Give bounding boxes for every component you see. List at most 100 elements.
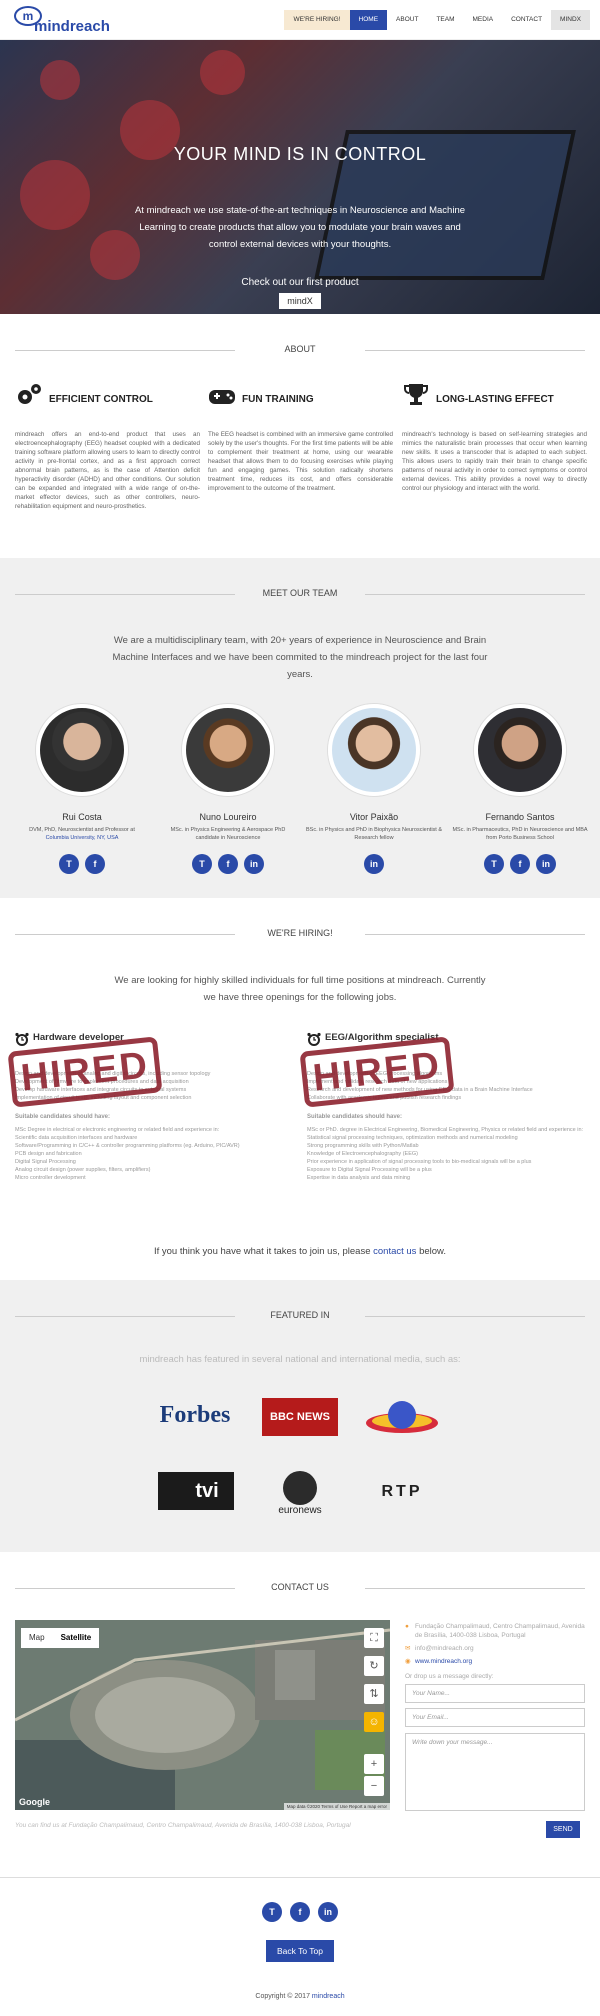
twitter-icon[interactable]: T: [484, 854, 504, 874]
tvi-logo[interactable]: tvi: [158, 1472, 234, 1510]
member-description: DVM, PhD, Neuroscientist and Professor a…: [29, 827, 135, 841]
job-requirement: Prior experience in application of signa…: [307, 1159, 532, 1165]
trophy-icon: [404, 384, 428, 405]
message-textarea[interactable]: Write down your message...: [405, 1733, 585, 1811]
email-input[interactable]: Your Email...: [405, 1708, 585, 1727]
map-pin-icon: ●: [405, 1623, 409, 1630]
member-name: Fernando Santos: [485, 812, 555, 822]
feature-title: EFFICIENT CONTROL: [49, 394, 153, 405]
job-requirement: Scientific data acquisition interfaces a…: [15, 1135, 138, 1141]
hero-title: YOUR MIND IS IN CONTROL: [173, 144, 427, 164]
contact-title: CONTACT US: [0, 1582, 600, 1592]
nav-item-contact[interactable]: CONTACT: [502, 10, 551, 30]
hero-cta-text: Check out our first product: [241, 277, 359, 288]
tilt-icon[interactable]: ⇅: [364, 1684, 384, 1704]
job-requirement: Digital Signal Processing: [15, 1159, 76, 1165]
twitter-icon[interactable]: T: [262, 1902, 282, 1922]
facebook-icon[interactable]: f: [290, 1902, 310, 1922]
fullscreen-icon[interactable]: ⛶: [364, 1628, 384, 1648]
map-satellite-image: [15, 1620, 390, 1810]
euronews-logo[interactable]: euronews: [268, 1465, 332, 1521]
street-view-pegman-icon[interactable]: ☺: [364, 1712, 384, 1732]
member-link[interactable]: Columbia University, NY, USA: [46, 835, 119, 841]
avatar: [36, 704, 128, 796]
job-requirement: Software/Programming in C/C++ & controll…: [15, 1143, 240, 1149]
rtp-logo[interactable]: RTP: [362, 1472, 442, 1512]
facebook-icon[interactable]: f: [218, 854, 238, 874]
map-tab-satellite[interactable]: Satellite: [53, 1628, 100, 1648]
rtp-globe-logo[interactable]: [362, 1395, 442, 1435]
job-requirements-title: Suitable candidates should have:: [307, 1114, 403, 1120]
hero-banner: YOUR MIND IS IN CONTROL At mindreach we …: [0, 40, 600, 314]
featured-title: FEATURED IN: [0, 1310, 600, 1320]
avatar: [328, 704, 420, 796]
bbc-news-logo[interactable]: BBC NEWS: [262, 1398, 338, 1436]
hero-text: At mindreach we use state-of-the-art tec…: [134, 205, 466, 250]
gears-icon: [18, 384, 41, 404]
linkedin-icon[interactable]: in: [318, 1902, 338, 1922]
globe-icon: ◉: [405, 1658, 411, 1665]
nav-item-hiring[interactable]: WE'RE HIRING!: [284, 10, 350, 30]
job-requirement: Strong programming skills with Python/Ma…: [307, 1143, 419, 1149]
contact-website[interactable]: ◉ www.mindreach.org: [405, 1657, 585, 1666]
team-intro: We are a multidisciplinary team, with 20…: [112, 635, 488, 680]
member-name: Rui Costa: [62, 812, 102, 822]
hiring-title: WE'RE HIRING!: [0, 928, 600, 938]
name-input[interactable]: Your Name...: [405, 1684, 585, 1703]
nav-item-about[interactable]: ABOUT: [387, 10, 427, 30]
linkedin-icon[interactable]: in: [364, 854, 384, 874]
nav-item-mindx[interactable]: mindX: [551, 10, 590, 30]
twitter-icon[interactable]: T: [192, 854, 212, 874]
twitter-icon[interactable]: T: [59, 854, 79, 874]
job-requirement: MSc or PhD. degree in Electrical Enginee…: [307, 1127, 584, 1133]
hero-background-shape: [20, 160, 90, 230]
contact-us-link[interactable]: contact us: [373, 1246, 416, 1257]
member-name: Vitor Paixão: [349, 812, 399, 822]
linkedin-icon[interactable]: in: [244, 854, 264, 874]
hiring-cta: If you think you have what it takes to j…: [153, 1246, 447, 1257]
job-requirement: Analog circuit design (power supplies, f…: [15, 1167, 151, 1173]
map-attribution[interactable]: Map data ©2020 Terms of Use Report a map…: [283, 1803, 390, 1810]
job-requirements-title: Suitable candidates should have:: [15, 1114, 111, 1120]
feature-title: FUN TRAINING: [242, 394, 314, 405]
job-requirement: MSc Degree in electrical or electronic e…: [15, 1127, 220, 1133]
about-section: ABOUT EFFICIENT CONTROL mindreach offers…: [0, 314, 600, 558]
logo[interactable]: m mindreach: [14, 6, 110, 36]
facebook-icon[interactable]: f: [510, 854, 530, 874]
job-requirement: Expertise in data analysis and data mini…: [307, 1175, 411, 1181]
rotate-icon[interactable]: ↻: [364, 1656, 384, 1676]
job-requirement: Statistical signal processing techniques…: [307, 1135, 518, 1141]
footer: T f in Back To Top Copyright © 2017 mind…: [0, 1877, 600, 2016]
contact-email[interactable]: ✉ info@mindreach.org: [405, 1644, 585, 1653]
top-navbar: m mindreach WE'RE HIRING! HOME ABOUT TEA…: [0, 0, 600, 40]
logo-text: mindreach: [34, 18, 110, 35]
footer-brand-link[interactable]: mindreach: [312, 1993, 345, 2000]
alarm-clock-icon: [15, 1032, 29, 1046]
send-button[interactable]: SEND: [546, 1821, 580, 1838]
nav-item-media[interactable]: MEDIA: [464, 10, 503, 30]
member-description: MSc. in Physics Engineering & Aerospace …: [170, 827, 286, 841]
feature-text: mindreach offers an end-to-end product t…: [15, 431, 200, 510]
nav-item-team[interactable]: TEAM: [427, 10, 463, 30]
forbes-logo[interactable]: Forbes: [155, 1395, 235, 1435]
copyright: Copyright © 2017 mindreach: [255, 1993, 345, 2000]
back-to-top-button[interactable]: Back To Top: [266, 1940, 334, 1962]
hero-background-shape: [200, 50, 245, 95]
zoom-in-button[interactable]: +: [364, 1754, 384, 1774]
team-title: MEET OUR TEAM: [0, 588, 600, 598]
zoom-out-button[interactable]: −: [364, 1776, 384, 1796]
contact-section: CONTACT US Map Satellite ⛶ ↻ ⇅ ☺ + − Goo…: [0, 1552, 600, 1877]
map-type-tabs: Map Satellite: [21, 1628, 100, 1648]
nav-item-home[interactable]: HOME: [349, 10, 388, 30]
avatar: [182, 704, 274, 796]
google-map[interactable]: Map Satellite ⛶ ↻ ⇅ ☺ + − Google Map dat…: [15, 1620, 390, 1810]
feature-text: The EEG headset is combined with an imme…: [208, 431, 393, 492]
member-description: BSc. in Physics and PhD in Biophysics Ne…: [305, 827, 443, 841]
contact-address: ● Fundação Champalimaud, Centro Champali…: [405, 1623, 585, 1639]
about-title: ABOUT: [0, 344, 600, 354]
mindx-button[interactable]: mindX: [279, 293, 321, 309]
facebook-icon[interactable]: f: [85, 854, 105, 874]
map-tab-map[interactable]: Map: [21, 1628, 53, 1648]
linkedin-icon[interactable]: in: [536, 854, 556, 874]
hiring-section: WE'RE HIRING! We are looking for highly …: [0, 898, 600, 1280]
